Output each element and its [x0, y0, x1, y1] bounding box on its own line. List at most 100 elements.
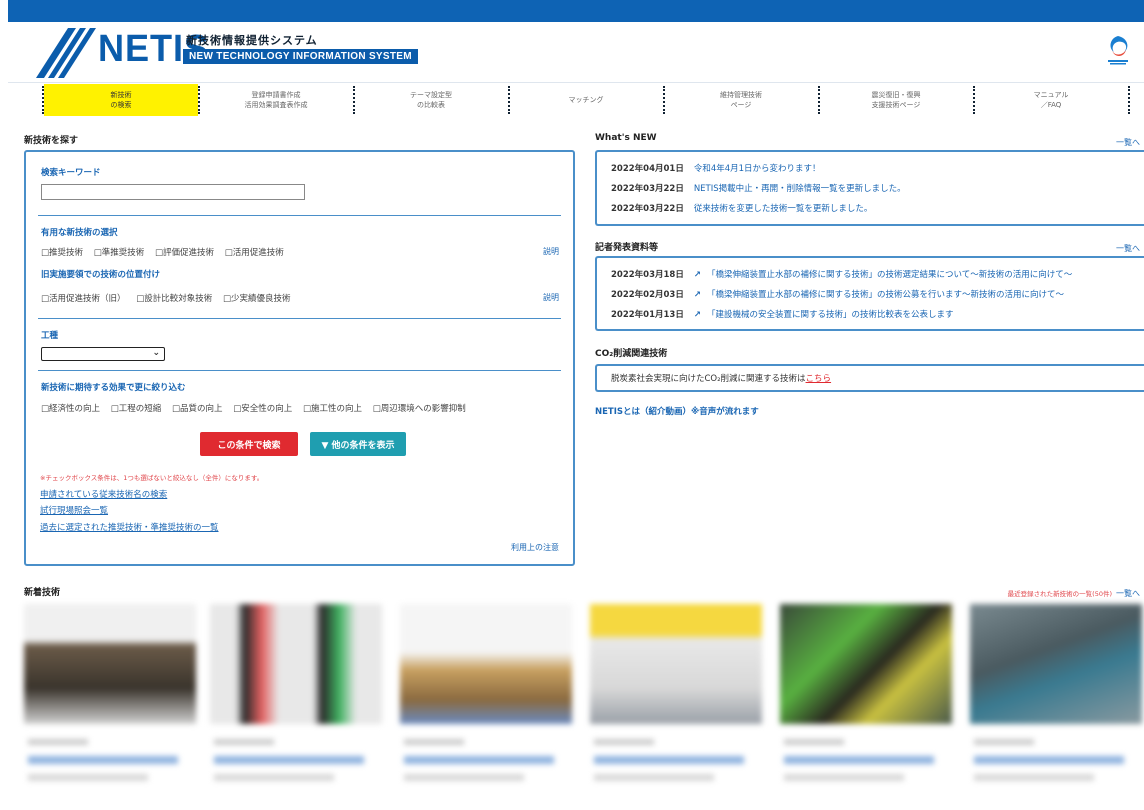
press-item[interactable]: 2022年03月18日 ↗ 「橋梁伸縮装置止水部の補修に関する技術」の技術選定結果に…	[611, 268, 1072, 280]
checkbox-environment[interactable]: □周辺環境への影響抑制	[373, 404, 466, 414]
main-nav: 新技術 の検索 登録申請書作成 活用効果調査表作成 テーマ設定型 の比較表 マッ…	[8, 82, 1144, 118]
effect-checkboxes: □経済性の向上 □工程の短縮 □品質の向上 □安全性の向上 □施工性の向上 □周…	[41, 402, 474, 414]
news-text[interactable]: NETIS掲載中止・再開・削除情報一覧を更新しました。	[694, 184, 906, 194]
tech-card-sub	[594, 774, 714, 781]
press-panel: 2022年03月18日 ↗ 「橋梁伸縮装置止水部の補修に関する技術」の技術選定結果に…	[595, 256, 1144, 331]
old-tech-checkboxes: □活用促進技術（旧） □設計比較対象技術 □少実績優良技術	[41, 292, 299, 304]
tech-card-title[interactable]	[28, 756, 178, 764]
checkbox-safety[interactable]: □安全性の向上	[233, 404, 292, 414]
co2-link[interactable]: こちら	[806, 374, 832, 384]
search-section-title: 新技術を探す	[24, 136, 79, 146]
tech-card[interactable]	[400, 604, 572, 810]
show-other-conditions-button[interactable]: ▼ 他の条件を表示	[310, 432, 406, 456]
checkbox-note: ※チェックボックス条件は、1つも選ばないと絞込なし（全件）になります。	[40, 474, 264, 482]
link-trial-site[interactable]: 試行現場照会一覧	[40, 504, 108, 516]
press-text[interactable]: 「建設機械の安全装置に関する技術」の技術比較表を公表します	[707, 310, 954, 320]
tech-card-meta	[404, 739, 464, 745]
tech-card-image[interactable]	[400, 604, 572, 724]
news-date: 2022年03月22日	[611, 184, 684, 194]
tech-card-image[interactable]	[970, 604, 1142, 724]
checkbox-economy[interactable]: □経済性の向上	[41, 404, 100, 414]
tech-card-title[interactable]	[594, 756, 744, 764]
top-blue-bar	[8, 0, 1144, 22]
nav-item-disaster[interactable]: 震災復旧・復興 支援技術ページ	[820, 84, 972, 116]
press-item[interactable]: 2022年01月13日 ↗ 「建設機械の安全装置に関する技術」の技術比較表を公表しま…	[611, 308, 953, 320]
whats-new-more-link[interactable]: 一覧へ	[1116, 137, 1140, 148]
tech-card-image[interactable]	[780, 604, 952, 724]
tech-card-image[interactable]	[24, 604, 196, 724]
nav-separator	[1128, 86, 1130, 114]
mlit-logo-icon[interactable]	[1104, 34, 1132, 66]
link-past-recommended[interactable]: 過去に選定された推奨技術・準推奨技術の一覧	[40, 521, 219, 533]
tech-card[interactable]	[780, 604, 952, 810]
recent-tech-link[interactable]: 最近登録された新技術の一覧(50件) 一覧へ	[1008, 588, 1140, 599]
press-item[interactable]: 2022年02月03日 ↗ 「橋梁伸縮装置止水部の補修に関する技術」の技術公募を行い…	[611, 288, 1064, 300]
checkbox-semi-recommended[interactable]: □準推奨技術	[94, 248, 145, 258]
keyword-input[interactable]	[41, 184, 305, 200]
tech-card-image[interactable]	[210, 604, 382, 724]
checkbox-old-utilization[interactable]: □活用促進技術（旧）	[41, 294, 126, 304]
checkbox-schedule[interactable]: □工程の短縮	[111, 404, 162, 414]
checkbox-evaluation[interactable]: □評価促進技術	[155, 248, 214, 258]
useful-tech-label: 有用な新技術の選択	[41, 228, 118, 238]
kouji-label: 工種	[41, 331, 59, 341]
press-date: 2022年01月13日	[611, 310, 684, 320]
whats-new-title: What's NEW	[595, 133, 657, 143]
kouji-select[interactable]: ⌄	[41, 347, 165, 361]
link-conventional-search[interactable]: 申請されている従来技術名の検索	[40, 488, 167, 500]
search-button[interactable]: この条件で検索	[200, 432, 298, 456]
tech-card-title[interactable]	[404, 756, 554, 764]
tech-card[interactable]	[24, 604, 196, 810]
co2-row: 脱炭素社会実現に向けたCO₂削減に関連する技術はこちら	[611, 372, 831, 384]
tech-card-title[interactable]	[784, 756, 934, 764]
checkbox-low-record[interactable]: □少実績優良技術	[223, 294, 291, 304]
new-tech-more-link[interactable]: 一覧へ	[1116, 589, 1140, 598]
tech-card-image[interactable]	[590, 604, 762, 724]
nav-item-matching[interactable]: マッチング	[510, 84, 662, 116]
tech-card[interactable]	[970, 604, 1142, 810]
tech-card-meta	[28, 739, 88, 745]
press-title: 記者発表資料等	[595, 243, 659, 253]
tech-card-title[interactable]	[974, 756, 1124, 764]
press-more-link[interactable]: 一覧へ	[1116, 243, 1140, 254]
news-text[interactable]: 従来技術を変更した技術一覧を更新しました。	[694, 204, 873, 214]
usage-note-link[interactable]: 利用上の注意	[511, 542, 559, 553]
co2-title: CO₂削減関連技術	[595, 349, 668, 359]
press-text[interactable]: 「橋梁伸縮装置止水部の補修に関する技術」の技術選定結果について～新技術の活用に向…	[707, 270, 1072, 280]
site-header: NETIS 新技術情報提供システム NEW TECHNOLOGY INFORMA…	[8, 22, 1144, 83]
news-item[interactable]: 2022年04月01日 令和4年4月1日から変わります！	[611, 162, 821, 174]
nav-item-search[interactable]: 新技術 の検索	[44, 84, 198, 116]
useful-tech-checkboxes: □推奨技術 □準推奨技術 □評価促進技術 □活用促進技術	[41, 246, 292, 258]
nav-item-maintenance[interactable]: 維持管理技術 ページ	[665, 84, 817, 116]
checkbox-recommended[interactable]: □推奨技術	[41, 248, 83, 258]
netis-video-link[interactable]: NETISとは（紹介動画）※音声が流れます	[595, 405, 759, 417]
nav-item-theme[interactable]: テーマ設定型 の比較表	[355, 84, 507, 116]
tech-card-meta	[784, 739, 844, 745]
recent-tech-text[interactable]: 最近登録された新技術の一覧(50件)	[1008, 590, 1112, 598]
news-item[interactable]: 2022年03月22日 NETIS掲載中止・再開・削除情報一覧を更新しました。	[611, 182, 906, 194]
checkbox-workability[interactable]: □施工性の向上	[303, 404, 362, 414]
press-text[interactable]: 「橋梁伸縮装置止水部の補修に関する技術」の技術公募を行います～新技術の活用に向け…	[707, 290, 1064, 300]
tech-card-meta	[214, 739, 274, 745]
tech-card-meta	[974, 739, 1034, 745]
explain-link-2[interactable]: 説明	[543, 292, 559, 303]
tech-card-title[interactable]	[214, 756, 364, 764]
news-text[interactable]: 令和4年4月1日から変わります！	[694, 164, 821, 174]
external-link-icon: ↗	[693, 310, 701, 320]
checkbox-design-compare[interactable]: □設計比較対象技術	[136, 294, 212, 304]
logo-slash-icon	[36, 28, 96, 78]
logo-jp-text: 新技術情報提供システム	[186, 34, 318, 47]
tech-card[interactable]	[590, 604, 762, 810]
nav-item-application[interactable]: 登録申請書作成 活用効果調査表作成	[200, 84, 352, 116]
checkbox-quality[interactable]: □品質の向上	[172, 404, 223, 414]
news-item[interactable]: 2022年03月22日 従来技術を変更した技術一覧を更新しました。	[611, 202, 872, 214]
divider	[38, 370, 561, 371]
keyword-label: 検索キーワード	[41, 168, 101, 178]
news-date: 2022年04月01日	[611, 164, 684, 174]
tech-card-meta	[594, 739, 654, 745]
co2-text: 脱炭素社会実現に向けたCO₂削減に関連する技術は	[611, 374, 806, 384]
tech-card[interactable]	[210, 604, 382, 810]
checkbox-utilization[interactable]: □活用促進技術	[225, 248, 284, 258]
nav-item-manual[interactable]: マニュアル ／FAQ	[975, 84, 1127, 116]
explain-link-1[interactable]: 説明	[543, 246, 559, 257]
